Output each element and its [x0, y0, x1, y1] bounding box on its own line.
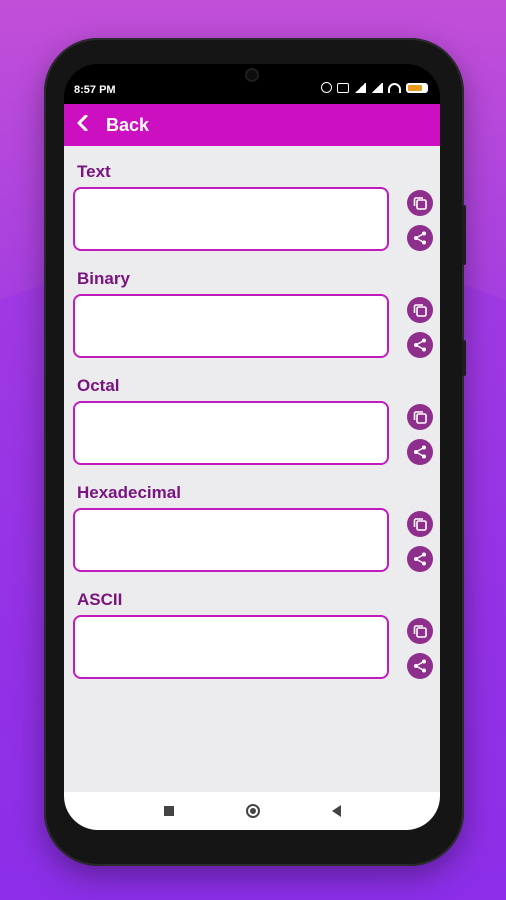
- system-nav-bar: [64, 792, 440, 830]
- text-actions: [407, 190, 435, 260]
- phone-side-button: [462, 340, 466, 376]
- octal-label: Octal: [77, 376, 120, 395]
- share-icon: [414, 659, 426, 673]
- copy-hexadecimal-button[interactable]: [407, 511, 433, 537]
- camera-lens: [245, 68, 259, 82]
- wifi-icon: [388, 82, 401, 93]
- copy-icon: [413, 518, 427, 531]
- copy-icon: [413, 304, 427, 317]
- ascii-input[interactable]: [73, 615, 389, 679]
- status-bar: 8:57 PM: [64, 64, 440, 104]
- converter-form: Text Binary Octal Hexadecimal ASCII: [64, 146, 440, 792]
- hexadecimal-label: Hexadecimal: [77, 483, 181, 502]
- binary-label: Binary: [77, 269, 130, 288]
- signal-icon: [354, 82, 366, 93]
- hexadecimal-actions: [407, 511, 435, 581]
- ascii-actions: [407, 618, 435, 688]
- copy-icon: [413, 197, 427, 210]
- camera-notch: [232, 64, 272, 86]
- binary-actions: [407, 297, 435, 367]
- home-icon[interactable]: [245, 804, 260, 818]
- battery-icon: [406, 82, 428, 93]
- share-icon: [414, 338, 426, 352]
- copy-ascii-button[interactable]: [407, 618, 433, 644]
- alarm-icon: [321, 82, 332, 93]
- back-button[interactable]: Back: [106, 115, 149, 136]
- signal-icon-2: [371, 82, 383, 93]
- status-icons: [321, 82, 428, 93]
- app-bar: Back: [64, 104, 440, 146]
- share-icon: [414, 231, 426, 245]
- ascii-label: ASCII: [77, 590, 123, 609]
- phone-screen: 8:57 PM Back Text Binary Octal Hexadecim…: [64, 64, 440, 830]
- copy-icon: [413, 625, 427, 638]
- notification-icon: [337, 82, 349, 93]
- hexadecimal-input[interactable]: [73, 508, 389, 572]
- share-text-button[interactable]: [407, 225, 433, 251]
- copy-octal-button[interactable]: [407, 404, 433, 430]
- share-octal-button[interactable]: [407, 439, 433, 465]
- text-input[interactable]: [73, 187, 389, 251]
- copy-binary-button[interactable]: [407, 297, 433, 323]
- chevron-left-icon[interactable]: [76, 114, 106, 137]
- status-time: 8:57 PM: [74, 84, 116, 96]
- share-binary-button[interactable]: [407, 332, 433, 358]
- share-hexadecimal-button[interactable]: [407, 546, 433, 572]
- share-icon: [414, 552, 426, 566]
- system-back-icon[interactable]: [331, 805, 341, 817]
- copy-text-button[interactable]: [407, 190, 433, 216]
- copy-icon: [413, 411, 427, 424]
- binary-input[interactable]: [73, 294, 389, 358]
- share-ascii-button[interactable]: [407, 653, 433, 679]
- text-label: Text: [77, 162, 111, 181]
- octal-input[interactable]: [73, 401, 389, 465]
- phone-side-button: [462, 205, 466, 265]
- share-icon: [414, 445, 426, 459]
- recent-apps-icon[interactable]: [163, 806, 174, 816]
- octal-actions: [407, 404, 435, 474]
